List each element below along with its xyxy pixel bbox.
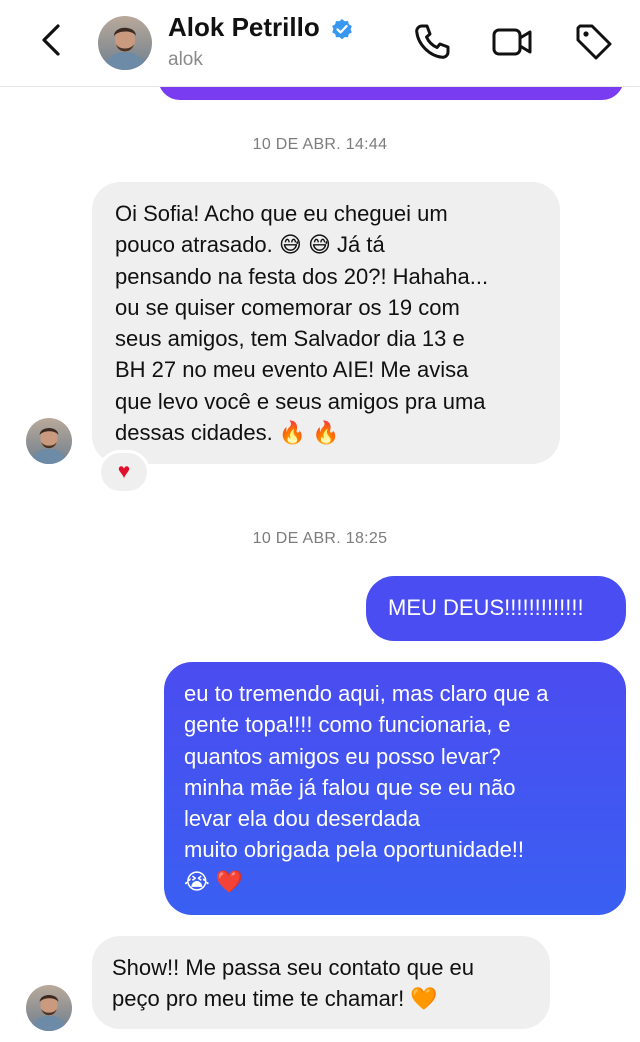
contact-name[interactable]: Alok Petrillo — [168, 12, 320, 43]
video-camera-icon — [492, 28, 532, 56]
timestamp: 10 DE ABR. 18:25 — [252, 530, 388, 547]
tag-icon — [576, 24, 612, 60]
phone-icon — [415, 24, 450, 59]
avatar[interactable] — [98, 16, 152, 70]
timestamp: 10 DE ABR. 14:44 — [252, 136, 388, 153]
back-button[interactable] — [34, 18, 70, 62]
verified-badge-icon — [332, 19, 352, 40]
tag-button[interactable] — [572, 20, 616, 64]
voice-call-button[interactable] — [410, 20, 454, 64]
chat-header: Alok Petrillo alok — [0, 0, 640, 87]
outgoing-message[interactable]: eu to tremendo aqui, mas claro que a gen… — [164, 662, 626, 915]
back-chevron-icon — [42, 24, 60, 56]
video-call-button[interactable] — [490, 20, 534, 64]
incoming-message[interactable]: Oi Sofia! Acho que eu cheguei um pouco a… — [92, 182, 560, 464]
outgoing-message[interactable]: MEU DEUS!!!!!!!!!!!!! — [366, 576, 626, 641]
incoming-message[interactable]: Show!! Me passa seu contato que eu peço … — [92, 936, 550, 1029]
sender-avatar[interactable] — [26, 985, 72, 1031]
sender-avatar[interactable] — [26, 418, 72, 464]
contact-handle: alok — [168, 49, 203, 70]
heart-reaction[interactable]: ♥ — [98, 450, 150, 494]
